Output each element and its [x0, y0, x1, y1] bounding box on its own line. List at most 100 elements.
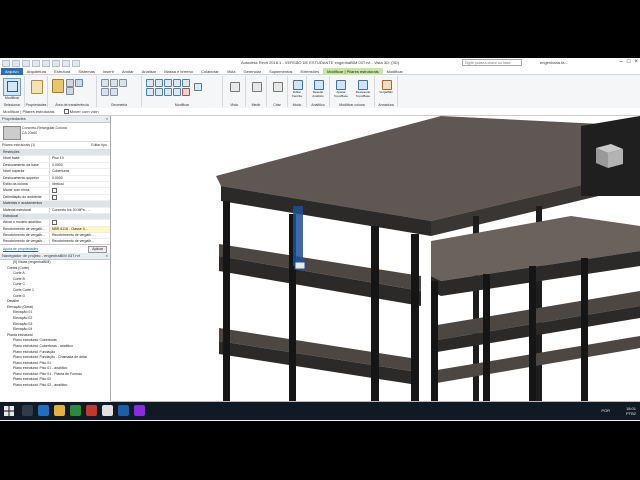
- reset-analytical-icon[interactable]: [314, 80, 324, 90]
- measure-icon[interactable]: [62, 60, 70, 67]
- property-checkbox[interactable]: [49, 220, 110, 226]
- browser-tree-item[interactable]: Plano estrutural: Piso 02 - analítico: [0, 383, 110, 389]
- scale-icon[interactable]: [173, 88, 181, 96]
- ribbon-tab[interactable]: Arquitetura: [23, 68, 51, 75]
- offset-icon[interactable]: [155, 79, 163, 87]
- close-icon[interactable]: ×: [106, 116, 108, 122]
- property-checkbox[interactable]: [49, 194, 110, 201]
- ribbon-tab[interactable]: Massa e terreno: [160, 68, 197, 75]
- group-label-create: Criar: [273, 103, 281, 107]
- file-explorer-icon[interactable]: [54, 405, 65, 416]
- task-view-icon[interactable]: [22, 405, 33, 416]
- measure-tool-icon[interactable]: [252, 82, 262, 92]
- instance-filter[interactable]: Pilares estruturais (1) Editar tipo: [0, 142, 110, 150]
- ribbon-tab[interactable]: Vista: [223, 68, 240, 75]
- delete-icon[interactable]: [182, 88, 190, 96]
- property-checkbox[interactable]: [49, 188, 110, 194]
- edit-family-icon[interactable]: [293, 80, 303, 90]
- window-title: Autodesk Revit 2018.1 - VERSÃO DE ESTUDA…: [241, 60, 399, 65]
- close-icon[interactable]: ×: [634, 59, 638, 65]
- split-face-icon[interactable]: [101, 88, 109, 96]
- redo-icon[interactable]: [42, 60, 50, 67]
- cut-geometry-icon[interactable]: [110, 79, 118, 87]
- property-value[interactable]: 0.0000: [49, 162, 110, 169]
- edge-browser-icon[interactable]: [38, 405, 49, 416]
- hide-in-view-icon[interactable]: [230, 82, 240, 92]
- cope-icon[interactable]: [101, 79, 109, 87]
- pin-icon[interactable]: [194, 83, 202, 91]
- revit-icon[interactable]: [118, 405, 129, 416]
- rebar-icon[interactable]: [382, 80, 392, 90]
- cut-icon[interactable]: [66, 79, 74, 87]
- property-value[interactable]: Recobrimento de vergalh...: [49, 233, 110, 239]
- language-indicator[interactable]: POR: [601, 408, 610, 413]
- array-icon[interactable]: [164, 88, 172, 96]
- group-label-select: Selecionar: [3, 103, 21, 107]
- windows-start-icon[interactable]: [4, 406, 14, 416]
- mirror-icon[interactable]: [164, 79, 172, 87]
- create-group-icon[interactable]: [273, 82, 283, 92]
- move-icon[interactable]: [173, 79, 181, 87]
- property-value[interactable]: Coberturas: [49, 169, 110, 175]
- property-value[interactable]: NBR 6118 - Classe II...: [49, 226, 110, 233]
- join-icon[interactable]: [119, 79, 127, 87]
- paint-icon[interactable]: [110, 88, 118, 96]
- ribbon-group-clipboard: Área de transferência: [48, 76, 97, 107]
- ribbon-tab[interactable]: Estrutura: [50, 68, 74, 75]
- edit-type-button[interactable]: Editar tipo: [91, 142, 107, 149]
- copy-icon[interactable]: [66, 87, 74, 95]
- paste-icon[interactable]: [52, 79, 64, 93]
- properties-header: Propriedades ×: [0, 116, 110, 123]
- ribbon-group-geometry: Geometria: [97, 76, 142, 107]
- ribbon-tab[interactable]: Inserir: [99, 68, 118, 75]
- apply-button[interactable]: Aplicar: [88, 246, 107, 253]
- app-icon[interactable]: [134, 405, 145, 416]
- ribbon-tab[interactable]: Anotar: [118, 68, 138, 75]
- detach-top-base-icon[interactable]: [358, 80, 368, 90]
- open-icon[interactable]: [12, 60, 20, 67]
- clock[interactable]: 18:01 PTB2: [626, 406, 636, 416]
- chrome-icon[interactable]: [102, 405, 113, 416]
- user-account[interactable]: engenharia.fa...: [540, 60, 568, 65]
- align-icon[interactable]: [146, 79, 154, 87]
- 3d-viewport[interactable]: [111, 116, 640, 401]
- print-icon[interactable]: [52, 60, 60, 67]
- copy-element-icon[interactable]: [146, 88, 154, 96]
- ribbon-tab[interactable]: Colaborar: [197, 68, 223, 75]
- ribbon-group-modify: Modificar: [142, 76, 223, 107]
- match-properties-icon[interactable]: [75, 79, 83, 87]
- app-menu-icon[interactable]: [2, 60, 10, 67]
- acrobat-icon[interactable]: [86, 405, 97, 416]
- ribbon-tab[interactable]: Sistemas: [74, 68, 98, 75]
- excel-icon[interactable]: [70, 405, 81, 416]
- ribbon-tab[interactable]: Gerenciar: [240, 68, 266, 75]
- modify-button[interactable]: Modificar: [3, 78, 21, 100]
- properties-help-link[interactable]: Ajuda de propriedades: [3, 247, 38, 251]
- ribbon-tab[interactable]: Suplementos: [265, 68, 296, 75]
- properties-icon[interactable]: [31, 80, 43, 94]
- save-icon[interactable]: [22, 60, 30, 67]
- building-3d-model[interactable]: [111, 116, 640, 401]
- maximize-icon[interactable]: □: [627, 59, 631, 65]
- move-with-grids-checkbox[interactable]: Mover com vizin: [63, 109, 99, 115]
- minimize-icon[interactable]: –: [620, 59, 623, 65]
- ribbon-tab[interactable]: Modificar: [383, 68, 407, 75]
- ribbon-tab[interactable]: Extensões: [296, 68, 323, 75]
- property-value[interactable]: Piso 10: [49, 156, 110, 162]
- 3d-view-icon[interactable]: [72, 60, 80, 67]
- property-value[interactable]: 0.0000: [49, 175, 110, 181]
- property-value[interactable]: Vertical: [49, 181, 110, 188]
- attach-top-base-icon[interactable]: [336, 80, 346, 90]
- ribbon-tab[interactable]: Modificar | Pilares estruturais: [323, 67, 383, 75]
- ribbon-tab[interactable]: Arquivo: [1, 67, 23, 75]
- rotate-icon[interactable]: [182, 79, 190, 87]
- property-label: Materiais e acabamentos: [3, 201, 43, 206]
- undo-icon[interactable]: [32, 60, 40, 67]
- property-label: Recobrimento de vergalh...: [3, 233, 46, 238]
- type-selector[interactable]: Concreto-Retangular-Coluna CA 20x60: [0, 123, 110, 142]
- trim-icon[interactable]: [155, 88, 163, 96]
- close-icon[interactable]: ×: [106, 253, 108, 259]
- search-input[interactable]: Digite palavra-chave ou frase: [462, 59, 522, 66]
- ribbon-tab[interactable]: Analisar: [138, 68, 160, 75]
- property-value[interactable]: Concreto fck 30 MPa - ...: [49, 207, 110, 213]
